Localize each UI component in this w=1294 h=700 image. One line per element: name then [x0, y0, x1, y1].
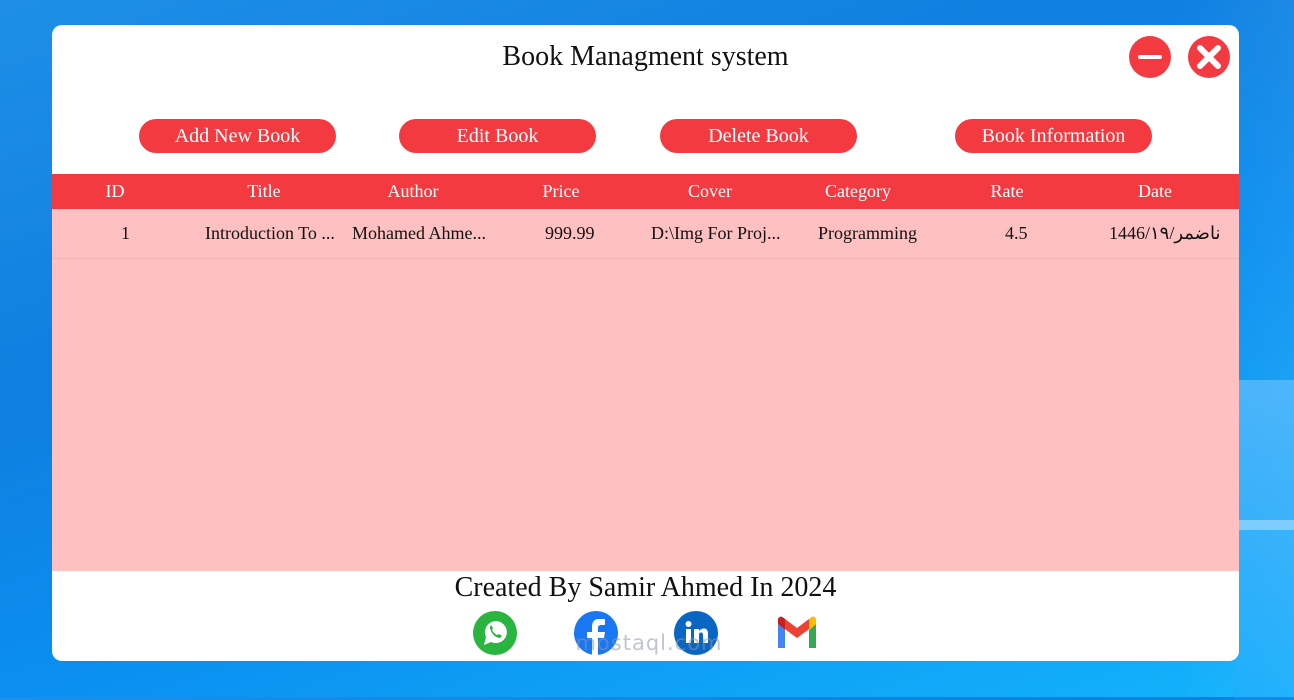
- column-header-category[interactable]: Category: [825, 181, 891, 202]
- column-header-date[interactable]: Date: [1138, 181, 1172, 202]
- whatsapp-icon: [473, 611, 517, 655]
- watermark: mostaql.com: [575, 631, 723, 655]
- minimize-icon: [1138, 55, 1162, 59]
- column-header-rate[interactable]: Rate: [991, 181, 1024, 202]
- book-information-button[interactable]: Book Information: [955, 119, 1152, 153]
- close-icon: [1197, 45, 1221, 69]
- column-header-title[interactable]: Title: [247, 181, 280, 202]
- table-header: ID Title Author Price Cover Category Rat…: [52, 174, 1239, 209]
- column-header-price[interactable]: Price: [543, 181, 580, 202]
- toolbar: Add New Book Edit Book Delete Book Book …: [52, 119, 1239, 153]
- cell-date: 1446/١٩/رمضان: [1109, 223, 1221, 243]
- whatsapp-link[interactable]: [472, 610, 518, 656]
- cell-cover: D:\Img For Proj...: [651, 223, 781, 243]
- desktop-light-line: [1234, 520, 1294, 530]
- column-header-id[interactable]: ID: [106, 181, 125, 202]
- delete-book-button[interactable]: Delete Book: [660, 119, 857, 153]
- cell-price: 999.99: [545, 223, 595, 243]
- cell-title: Introduction To ...: [205, 223, 335, 243]
- edit-book-button[interactable]: Edit Book: [399, 119, 596, 153]
- window-title: Book Managment system: [502, 41, 789, 72]
- gmail-icon: [778, 616, 816, 648]
- cell-category: Programming: [818, 223, 917, 243]
- column-header-cover[interactable]: Cover: [688, 181, 732, 202]
- add-new-book-button[interactable]: Add New Book: [139, 119, 336, 153]
- cell-id: 1: [121, 223, 130, 243]
- cell-author: Mohamed Ahme...: [352, 223, 486, 243]
- app-window: Book Managment system Add New Book Edit …: [52, 25, 1239, 661]
- close-button[interactable]: [1188, 36, 1230, 78]
- desktop-light: [1234, 380, 1294, 700]
- column-header-author[interactable]: Author: [388, 181, 439, 202]
- credit-text: Created By Samir Ahmed In 2024: [454, 572, 837, 603]
- cell-rate: 4.5: [1005, 223, 1028, 243]
- table-row[interactable]: 1 Introduction To ... Mohamed Ahme... 99…: [52, 209, 1239, 259]
- gmail-link[interactable]: [774, 610, 820, 656]
- books-table[interactable]: ID Title Author Price Cover Category Rat…: [52, 174, 1239, 571]
- minimize-button[interactable]: [1129, 36, 1171, 78]
